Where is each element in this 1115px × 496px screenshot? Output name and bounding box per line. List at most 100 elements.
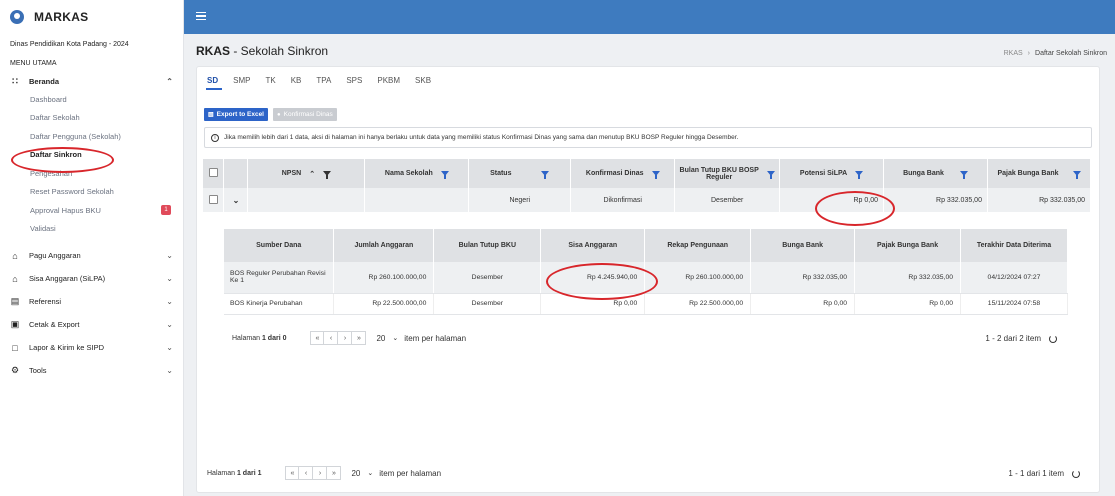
sidebar-item-dashboard[interactable]: Dashboard	[0, 90, 183, 109]
sidebar-group-label: Pagu Anggaran	[29, 251, 81, 260]
cell-bunga-bank: Rp 332.035,00	[750, 262, 856, 294]
breadcrumb: RKAS › Daftar Sekolah Sinkron	[1004, 50, 1107, 57]
column-pajak-bunga-bank[interactable]: Pajak Bunga Bank	[987, 159, 1092, 188]
tab-skb[interactable]: SKB	[415, 76, 431, 90]
chevron-down-icon: ⌄	[166, 320, 173, 329]
select-all-cell	[203, 159, 225, 188]
prev-page-icon[interactable]: ‹	[299, 466, 314, 480]
detail-pagination-summary: 1 - 2 dari 2 item	[985, 334, 1057, 343]
sidebar-group-sisa-anggaran[interactable]: ⌂ Sisa Anggaran (SiLPA) ⌄	[0, 267, 183, 290]
column-bulan-tutup-bku[interactable]: Bulan Tutup BKU BOSP Reguler	[674, 159, 781, 188]
filter-icon[interactable]	[651, 171, 660, 179]
next-page-icon[interactable]: ›	[313, 466, 328, 480]
detail-column-sumber-dana: Sumber Dana	[224, 229, 335, 262]
column-label: Potensi SiLPA	[799, 170, 848, 177]
column-bunga-bank[interactable]: Bunga Bank	[883, 159, 988, 188]
export-excel-button[interactable]: ▧ Export to Excel	[204, 108, 268, 121]
brand[interactable]: MARKAS	[0, 0, 183, 34]
filter-icon[interactable]	[959, 171, 968, 179]
breadcrumb-rkas[interactable]: RKAS	[1004, 50, 1023, 57]
column-label: Status	[490, 170, 512, 177]
first-page-icon[interactable]: «	[310, 331, 325, 345]
sidebar-item-daftar-sekolah[interactable]: Daftar Sekolah	[0, 109, 183, 128]
per-page-label: item per halaman	[404, 333, 467, 343]
sidebar-item-label: Validasi	[30, 224, 56, 234]
sidebar-group-label: Cetak & Export	[29, 320, 80, 329]
annotation-circle-sisa-anggaran	[546, 263, 658, 300]
column-label: Pajak Bunga Bank	[997, 170, 1059, 177]
next-page-icon[interactable]: ›	[338, 331, 353, 345]
filter-icon[interactable]	[1072, 171, 1081, 179]
column-label: NPSN	[281, 170, 302, 177]
tab-sps[interactable]: SPS	[346, 76, 362, 90]
konfirmasi-dinas-label: Konfirmasi Dinas	[283, 111, 333, 118]
cell-pajak-bunga-bank: Rp 332.035,00	[854, 262, 962, 294]
sidebar-item-reset-password[interactable]: Reset Password Sekolah	[0, 183, 183, 202]
table-row[interactable]: ⌄ Negeri Dikonfirmasi Desember Rp 0,00 R…	[203, 188, 1092, 212]
refresh-icon[interactable]	[1072, 469, 1080, 478]
column-label: Bunga Bank	[903, 170, 944, 177]
per-page-select[interactable]: 20	[351, 469, 360, 478]
first-page-icon[interactable]: «	[285, 466, 300, 480]
chevron-down-icon: ⌄	[166, 366, 173, 375]
column-nama-sekolah[interactable]: Nama Sekolah	[364, 159, 470, 188]
refresh-icon[interactable]	[1049, 334, 1057, 343]
breadcrumb-separator-icon: ›	[1027, 50, 1031, 57]
last-page-icon[interactable]: »	[352, 331, 367, 345]
sidebar-item-validasi[interactable]: Validasi	[0, 220, 183, 239]
sidebar-group-tools[interactable]: ⚙ Tools ⌄	[0, 359, 183, 382]
tab-sd[interactable]: SD	[205, 76, 223, 90]
sidebar-group-label: Beranda	[29, 76, 60, 86]
column-potensi-silpa[interactable]: Potensi SiLPA	[779, 159, 885, 188]
tab-kb[interactable]: KB	[291, 76, 302, 90]
sidebar-group-label: Sisa Anggaran (SiLPA)	[29, 274, 106, 283]
bank-icon: ⌂	[12, 273, 18, 284]
sidebar-group-referensi[interactable]: ▤ Referensi ⌄	[0, 290, 183, 313]
cell-bunga-bank: Rp 0,00	[750, 293, 856, 315]
check-circle-icon: ●	[277, 111, 281, 118]
filter-icon[interactable]	[855, 171, 864, 179]
tab-tpa[interactable]: TPA	[316, 76, 331, 90]
per-page-select[interactable]: 20	[376, 334, 385, 343]
expand-toggle-chevron-down-icon[interactable]: ⌄	[223, 188, 249, 212]
item-summary: 1 - 2 dari 2 item	[985, 334, 1041, 343]
tab-pkbm[interactable]: PKBM	[377, 76, 400, 90]
last-page-icon[interactable]: »	[327, 466, 342, 480]
row-select-cell	[203, 188, 225, 212]
sidebar-item-label: Approval Hapus BKU	[30, 205, 101, 215]
menu-heading: MENU UTAMA	[10, 60, 57, 67]
sidebar-group-pagu-anggaran[interactable]: ⌂ Pagu Anggaran ⌄	[0, 244, 183, 267]
detail-column-rekap-pengunaan: Rekap Pengunaan	[644, 229, 752, 262]
hamburger-menu-icon[interactable]	[196, 12, 206, 20]
sidebar-item-approval-hapus-bku[interactable]: Approval Hapus BKU 1	[0, 201, 183, 220]
table-header-row: NPSN ⌃ Nama Sekolah Status Konfirmasi Din…	[203, 159, 1092, 188]
filter-icon[interactable]	[767, 171, 776, 179]
info-text: Jika memilih lebih dari 1 data, aksi di …	[224, 134, 739, 141]
column-npsn[interactable]: NPSN ⌃	[247, 159, 366, 188]
cell-jumlah-anggaran: Rp 260.100.000,00	[333, 262, 435, 294]
sidebar-group-lapor-kirim[interactable]: □ Lapor & Kirim ke SIPD ⌄	[0, 336, 183, 359]
cell-rekap-pengunaan: Rp 260.100.000,00	[644, 262, 752, 294]
select-all-checkbox[interactable]	[208, 168, 218, 177]
filter-icon[interactable]	[323, 171, 332, 179]
page-value: 1 dari 1	[236, 469, 262, 477]
sidebar-item-daftar-pengguna[interactable]: Daftar Pengguna (Sekolah)	[0, 127, 183, 146]
prev-page-icon[interactable]: ‹	[324, 331, 339, 345]
filter-icon[interactable]	[541, 171, 550, 179]
column-konfirmasi-dinas[interactable]: Konfirmasi Dinas	[570, 159, 676, 188]
tab-smp[interactable]: SMP	[233, 76, 250, 90]
row-checkbox[interactable]	[208, 194, 218, 204]
sidebar-group-beranda[interactable]: ∷ Beranda ⌃	[0, 72, 183, 90]
filter-icon[interactable]	[440, 171, 449, 179]
table-row[interactable]: BOS Kinerja Perubahan Rp 22.500.000,00 D…	[224, 293, 1068, 315]
column-status[interactable]: Status	[468, 159, 572, 188]
tab-tk[interactable]: TK	[265, 76, 275, 90]
sort-up-icon[interactable]: ⌃	[309, 170, 315, 178]
cell-jumlah-anggaran: Rp 22.500.000,00	[333, 293, 435, 315]
chevron-down-icon[interactable]: ⌄	[392, 334, 398, 342]
top-bar	[184, 0, 1115, 34]
chevron-down-icon[interactable]: ⌄	[367, 469, 373, 477]
sidebar-item-label: Daftar Pengguna (Sekolah)	[30, 131, 121, 141]
cell-terakhir-data: 15/11/2024 07:58	[960, 293, 1068, 315]
sidebar-group-cetak-export[interactable]: ▣ Cetak & Export ⌄	[0, 313, 183, 336]
